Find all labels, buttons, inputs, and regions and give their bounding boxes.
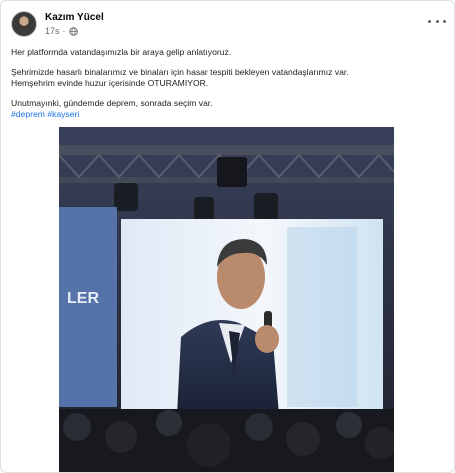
post-meta: 17s ·	[45, 26, 78, 36]
post-time[interactable]: 17s	[45, 26, 60, 36]
post-line: Şehrimizde hasarlı binalarımız ve binala…	[11, 66, 349, 77]
hashtag-deprem[interactable]: #deprem	[11, 109, 45, 119]
post-line: Her platformda vatandaşımızla bir araya …	[11, 47, 232, 57]
post-photo[interactable]: LER	[59, 127, 394, 472]
hashtags: #deprem #kayseri	[11, 109, 441, 121]
event-photo-illustration: LER	[59, 127, 394, 472]
post-line: Unutmayınki, gündemde deprem, sonrada se…	[11, 97, 213, 108]
post-text: Her platformda vatandaşımızla bir araya …	[11, 47, 441, 121]
meta-separator: ·	[62, 26, 66, 36]
post-line: Hemşehrim evinde huzur içerisinde OTURAM…	[11, 78, 209, 88]
globe-icon[interactable]	[68, 26, 78, 36]
more-options-icon[interactable]	[428, 15, 446, 27]
hashtag-kayseri[interactable]: #kayseri	[47, 109, 79, 119]
facebook-post: Kazım Yücel 17s · Her platformda vatanda…	[0, 0, 455, 473]
backdrop-text: LER	[67, 290, 99, 307]
author-avatar[interactable]	[11, 11, 37, 37]
post-header: Kazım Yücel 17s ·	[11, 11, 446, 41]
author-name[interactable]: Kazım Yücel	[45, 12, 104, 23]
